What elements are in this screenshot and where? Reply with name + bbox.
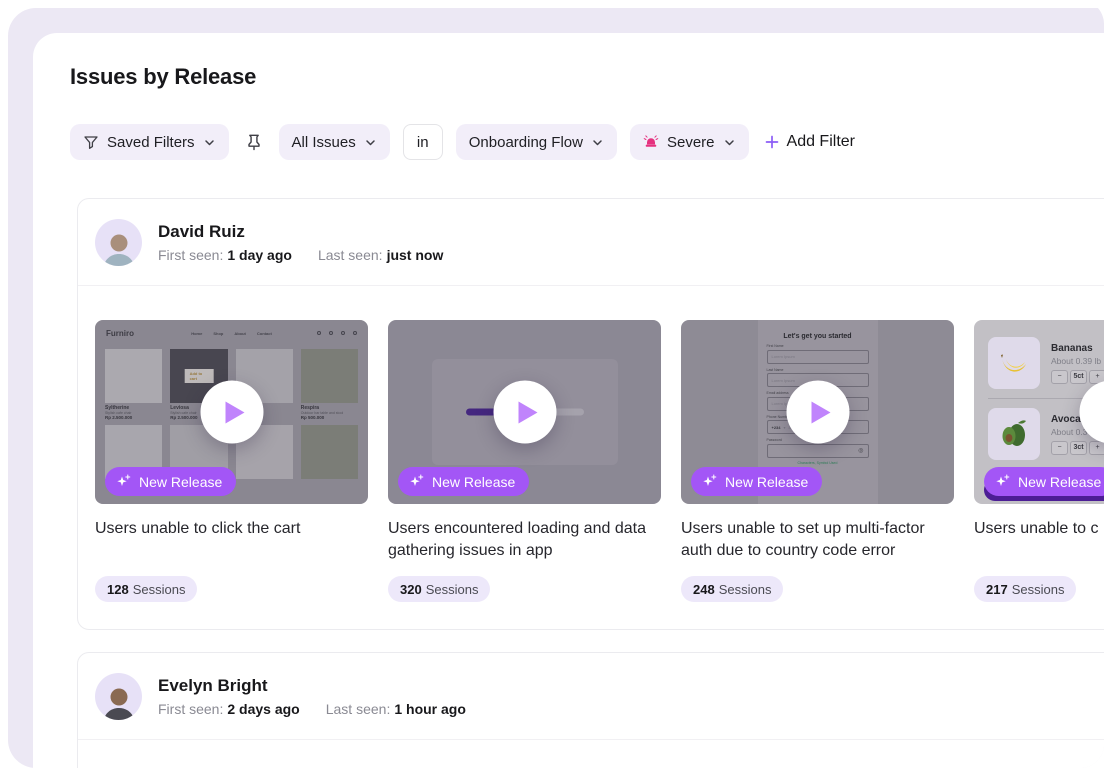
user-meta: First seen: 2 days ago Last seen: 1 hour a… (158, 701, 466, 717)
sparkle-icon (116, 474, 131, 489)
funnel-icon (83, 134, 99, 150)
plus-button: + (1089, 440, 1104, 455)
app-window: Issues by Release Saved Filters All Issu… (0, 0, 1104, 768)
minus-button: − (1051, 369, 1068, 384)
new-release-badge: New Release (691, 467, 823, 496)
user-name: David Ruiz (158, 222, 245, 241)
divider (78, 285, 1104, 286)
chevron-down-icon (723, 136, 736, 149)
pin-filter-button[interactable] (242, 130, 266, 154)
chevron-down-icon (203, 136, 216, 149)
saved-filters-label: Saved Filters (107, 133, 195, 151)
filter-bar: Saved Filters All Issues in Onboarding F… (70, 124, 855, 160)
issue-type-label: All Issues (291, 133, 356, 151)
divider (78, 739, 1104, 740)
play-button[interactable] (493, 380, 556, 444)
issue-title: Users unable to set up multi-factor auth… (681, 520, 925, 559)
saved-filters-dropdown[interactable]: Saved Filters (70, 124, 229, 160)
mini-input: Lorem Ipsum (766, 349, 869, 364)
user-header: David Ruiz First seen: 1 day ago Last see… (95, 219, 443, 266)
flow-dropdown[interactable]: Onboarding Flow (455, 124, 617, 160)
sessions-badge[interactable]: 128 Sessions (95, 576, 198, 602)
play-button[interactable] (200, 380, 263, 444)
sparkle-icon (409, 474, 424, 489)
add-filter-label: Add Filter (786, 133, 855, 150)
avatar (95, 673, 142, 720)
issue-title: Users unable to click the cart (95, 520, 301, 537)
user-card-david-ruiz: David Ruiz First seen: 1 day ago Last see… (77, 198, 1104, 630)
new-release-badge: New Release (398, 467, 530, 496)
sessions-badge[interactable]: 320 Sessions (388, 576, 491, 602)
new-release-badge: New Release (105, 467, 237, 496)
chevron-down-icon (364, 136, 377, 149)
page-title: Issues by Release (70, 64, 257, 89)
session-replay-thumbnail[interactable]: Furniro Home Shop About Contact Syltherine … (95, 320, 368, 504)
user-name: Evelyn Bright (158, 676, 268, 695)
flow-label: Onboarding Flow (468, 133, 583, 151)
new-release-badge: New Release (984, 467, 1104, 496)
sessions-badge[interactable]: 248 Sessions (681, 576, 784, 602)
grocery-item-bananas: Bananas About 0.39 lb −5ct + (988, 328, 1104, 398)
issue-card-grocery: Bananas About 0.39 lb −5ct + Avocado Abo… (974, 320, 1104, 602)
issue-card-cart: Furniro Home Shop About Contact Syltherine … (95, 320, 368, 602)
first-seen: First seen: 1 day ago (158, 247, 292, 263)
chevron-down-icon (591, 136, 604, 149)
issue-type-dropdown[interactable]: All Issues (278, 124, 390, 160)
first-seen: First seen: 2 days ago (158, 701, 300, 717)
sparkle-icon (995, 474, 1010, 489)
issue-row: Furniro Home Shop About Contact Syltherine … (95, 320, 1104, 602)
severity-dropdown[interactable]: Severe (629, 124, 749, 160)
sparkle-icon (702, 474, 717, 489)
eye-icon: ◎ (858, 447, 864, 454)
issue-card-loading: New Release Users encountered loading an… (388, 320, 661, 602)
mini-password-input: ◎ (766, 443, 869, 458)
session-replay-thumbnail[interactable]: New Release (388, 320, 661, 504)
session-replay-thumbnail[interactable]: Bananas About 0.39 lb −5ct + Avocado Abo… (974, 320, 1104, 504)
siren-icon (643, 134, 659, 150)
severity-label: Severe (666, 133, 715, 151)
avocado-image (988, 408, 1040, 460)
quantity-stepper: −5ct + (1051, 369, 1104, 384)
quantity-stepper: −3ct + (1051, 440, 1104, 455)
pin-icon (244, 132, 264, 152)
last-seen: Last seen: 1 hour ago (325, 701, 466, 717)
avatar (95, 219, 142, 266)
add-filter-button[interactable]: Add Filter (764, 133, 855, 151)
plus-icon (764, 134, 780, 150)
password-hint: Characters, Symbol Used (797, 460, 838, 465)
bananas-image (988, 337, 1040, 389)
issue-title: Users unable to c (974, 520, 1099, 537)
last-seen: Last seen: just now (317, 247, 444, 263)
issue-card-mfa: Let's get you started First Name Lorem I… (681, 320, 954, 602)
filter-connector: in (402, 124, 443, 160)
user-header: Evelyn Bright First seen: 2 days ago Last… (95, 673, 466, 720)
minus-button: − (1051, 440, 1068, 455)
user-card-evelyn-bright: Evelyn Bright First seen: 2 days ago Last… (77, 652, 1104, 768)
session-replay-thumbnail[interactable]: Let's get you started First Name Lorem I… (681, 320, 954, 504)
sessions-badge[interactable]: 217 Sessions (974, 576, 1077, 602)
user-meta: First seen: 1 day ago Last seen: just now (158, 247, 443, 263)
issue-title: Users encountered loading and data gathe… (388, 520, 646, 559)
play-button[interactable] (786, 380, 849, 444)
